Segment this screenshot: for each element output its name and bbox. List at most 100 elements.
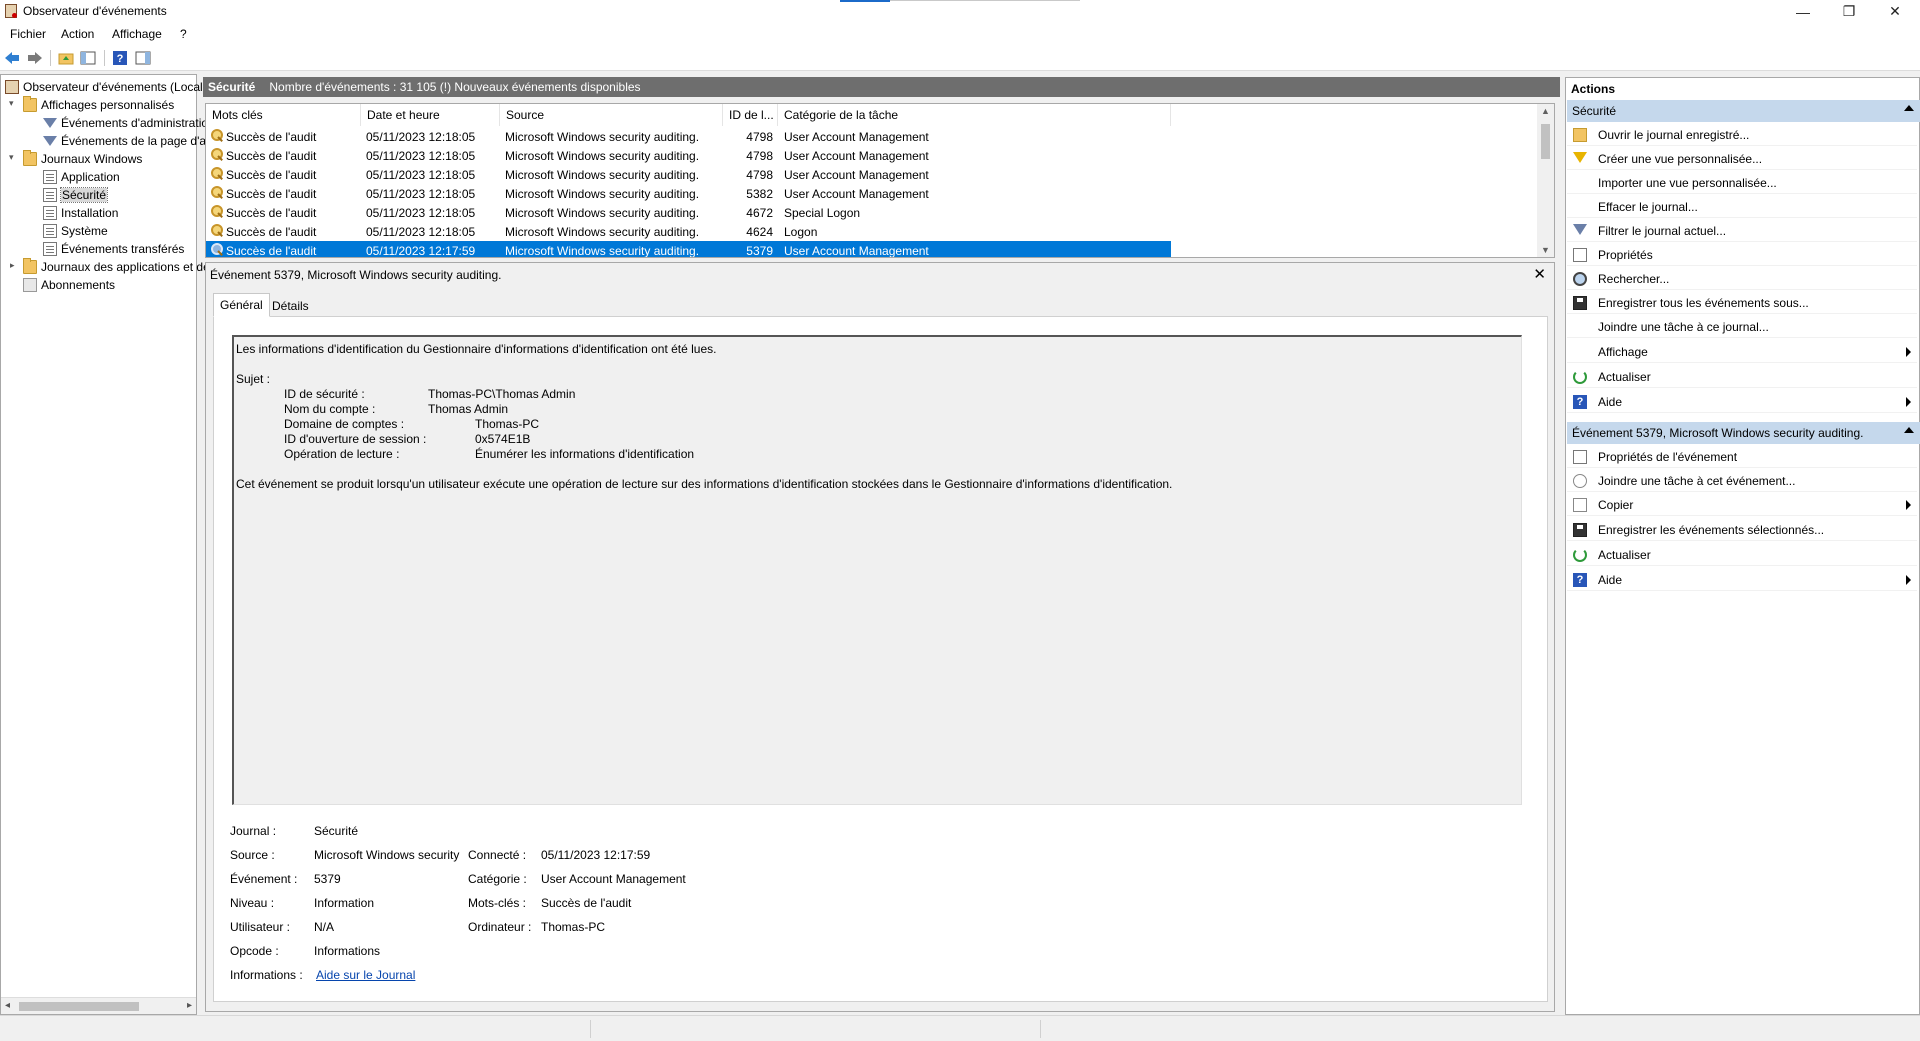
help-icon[interactable]: ? bbox=[112, 50, 128, 66]
action-copy[interactable]: Copier bbox=[1567, 494, 1917, 516]
source-value: Microsoft Windows security bbox=[314, 848, 460, 862]
event-row[interactable]: Succès de l'audit 05/11/2023 12:18:05 Micr… bbox=[206, 203, 1171, 222]
back-arrow-icon[interactable] bbox=[4, 50, 20, 66]
audit-success-key-icon bbox=[211, 243, 224, 256]
tree-node-windows-logs[interactable]: Journaux Windows bbox=[23, 149, 142, 167]
tree-node-system[interactable]: Système bbox=[43, 222, 108, 239]
field-value: Thomas-PC\Thomas Admin bbox=[428, 387, 576, 401]
expand-chevron-icon[interactable]: ▸ bbox=[10, 260, 15, 271]
field-value: 0x574E1B bbox=[475, 432, 531, 446]
opcode-value: Informations bbox=[314, 944, 381, 958]
column-header-event-id[interactable]: ID de l... bbox=[723, 104, 778, 126]
tree-node-custom-views[interactable]: Affichages personnalisés bbox=[23, 95, 174, 113]
keywords-cell: Succès de l'audit bbox=[226, 149, 317, 163]
actions-section-event[interactable]: Événement 5379, Microsoft Windows securi… bbox=[1567, 422, 1920, 444]
menu-action[interactable]: Action bbox=[61, 27, 94, 41]
action-find[interactable]: Rechercher... bbox=[1567, 268, 1917, 290]
scroll-left-arrow-icon[interactable]: ◂ bbox=[5, 1000, 10, 1011]
save-icon bbox=[1573, 296, 1587, 310]
tree-horizontal-scrollbar[interactable]: ◂ ▸ bbox=[1, 997, 196, 1014]
action-clear-log[interactable]: Effacer le journal... bbox=[1567, 196, 1917, 218]
action-help[interactable]: ? Aide bbox=[1567, 391, 1917, 413]
source-cell: Microsoft Windows security auditing. bbox=[505, 187, 700, 201]
collapse-chevron-icon[interactable]: ▾ bbox=[9, 152, 14, 163]
event-row[interactable]: Succès de l'audit 05/11/2023 12:18:05 Micr… bbox=[206, 146, 1171, 165]
task-category-cell: User Account Management bbox=[784, 168, 929, 182]
tree-node-installation[interactable]: Installation bbox=[43, 204, 118, 221]
action-save-all-events[interactable]: Enregistrer tous les événements sous... bbox=[1567, 292, 1917, 314]
event-log-help-link[interactable]: Aide sur le Journal bbox=[316, 968, 415, 982]
action-properties[interactable]: Propriétés bbox=[1567, 244, 1917, 266]
action-filter-current-log[interactable]: Filtrer le journal actuel... bbox=[1567, 220, 1917, 242]
action-attach-task-to-event[interactable]: Joindre une tâche à cet événement... bbox=[1567, 470, 1917, 492]
event-viewer-app-icon bbox=[5, 4, 17, 18]
column-header-keywords[interactable]: Mots clés bbox=[206, 104, 361, 126]
scroll-down-arrow-icon[interactable]: ▼ bbox=[1541, 245, 1550, 255]
column-header-task-category[interactable]: Catégorie de la tâche bbox=[778, 104, 1171, 126]
tab-general[interactable]: Général bbox=[213, 293, 270, 317]
restore-button[interactable]: ❐ bbox=[1826, 0, 1872, 23]
action-view-menu[interactable]: Affichage bbox=[1567, 341, 1917, 363]
scroll-right-arrow-icon[interactable]: ▸ bbox=[187, 1000, 192, 1011]
action-label: Affichage bbox=[1598, 345, 1648, 359]
filter-view-icon bbox=[43, 117, 57, 128]
tree-node-security[interactable]: Sécurité bbox=[43, 186, 109, 203]
action-label: Actualiser bbox=[1598, 548, 1651, 562]
action-label: Aide bbox=[1598, 573, 1623, 587]
event-row[interactable]: Succès de l'audit 05/11/2023 12:18:05 Micr… bbox=[206, 222, 1171, 241]
event-row[interactable]: Succès de l'audit 05/11/2023 12:17:59 Micr… bbox=[206, 241, 1171, 257]
scrollbar-thumb[interactable] bbox=[19, 1002, 139, 1011]
menu-affichage[interactable]: Affichage bbox=[112, 27, 162, 41]
event-row[interactable]: Succès de l'audit 05/11/2023 12:18:05 Micr… bbox=[206, 184, 1171, 203]
folder-up-icon[interactable] bbox=[58, 50, 74, 66]
tab-details[interactable]: Détails bbox=[266, 295, 315, 317]
column-header-datetime[interactable]: Date et heure bbox=[361, 104, 500, 126]
status-separator bbox=[1040, 1020, 1041, 1038]
show-hide-tree-icon[interactable] bbox=[80, 50, 96, 66]
event-id-cell: 4624 bbox=[746, 225, 773, 239]
log-header-info: Nombre d'événements : 31 105 (!) Nouveau… bbox=[269, 80, 641, 94]
collapse-chevron-icon[interactable]: ▾ bbox=[9, 98, 14, 109]
tree-node-admin-events[interactable]: Événements d'administration bbox=[43, 114, 215, 131]
close-detail-icon[interactable]: ✕ bbox=[1533, 265, 1546, 283]
actions-section-security[interactable]: Sécurité bbox=[1567, 100, 1920, 122]
collapse-section-icon[interactable] bbox=[1904, 427, 1914, 433]
action-create-custom-view[interactable]: Créer une vue personnalisée... bbox=[1567, 148, 1917, 170]
tree-node-root[interactable]: Observateur d'événements (Local) bbox=[5, 78, 207, 95]
minimize-button[interactable]: — bbox=[1780, 0, 1826, 23]
close-window-button[interactable]: ✕ bbox=[1872, 0, 1918, 23]
event-row[interactable]: Succès de l'audit 05/11/2023 12:18:05 Micr… bbox=[206, 127, 1171, 146]
subject-label: Sujet : bbox=[236, 372, 271, 386]
field-value: Thomas-PC bbox=[475, 417, 540, 431]
menu-help[interactable]: ? bbox=[180, 27, 187, 41]
event-id-cell: 4798 bbox=[746, 168, 773, 182]
event-row[interactable]: Succès de l'audit 05/11/2023 12:18:05 Micr… bbox=[206, 165, 1171, 184]
tree-node-label: Événements transférés bbox=[61, 241, 185, 256]
window-title: Observateur d'événements bbox=[23, 4, 167, 18]
scrollbar-thumb[interactable] bbox=[1541, 124, 1550, 159]
action-save-selected-events[interactable]: Enregistrer les événements sélectionnés.… bbox=[1567, 519, 1917, 541]
show-actions-pane-icon[interactable] bbox=[135, 50, 151, 66]
keywords-cell: Succès de l'audit bbox=[226, 225, 317, 239]
tree-node-forwarded-events[interactable]: Événements transférés bbox=[43, 240, 184, 257]
tree-node-subscriptions[interactable]: Abonnements bbox=[23, 276, 115, 293]
forward-arrow-icon[interactable] bbox=[27, 50, 43, 66]
status-separator bbox=[590, 1020, 591, 1038]
status-bar bbox=[0, 1015, 1920, 1041]
event-id-label: Événement : bbox=[230, 872, 298, 886]
column-header-source[interactable]: Source bbox=[500, 104, 723, 126]
submenu-arrow-icon bbox=[1906, 575, 1911, 585]
action-open-saved-log[interactable]: Ouvrir le journal enregistré... bbox=[1567, 124, 1917, 146]
action-help-event[interactable]: ? Aide bbox=[1567, 569, 1917, 591]
action-refresh-event[interactable]: Actualiser bbox=[1567, 544, 1917, 566]
menu-fichier[interactable]: Fichier bbox=[10, 27, 46, 41]
event-list-vertical-scrollbar[interactable]: ▲ ▼ bbox=[1537, 104, 1554, 257]
action-attach-task-to-log[interactable]: Joindre une tâche à ce journal... bbox=[1567, 316, 1917, 338]
action-refresh[interactable]: Actualiser bbox=[1567, 366, 1917, 388]
action-event-properties[interactable]: Propriétés de l'événement bbox=[1567, 446, 1917, 468]
tree-node-application[interactable]: Application bbox=[43, 168, 120, 185]
audit-success-key-icon bbox=[211, 167, 224, 180]
collapse-section-icon[interactable] bbox=[1904, 105, 1914, 111]
action-import-custom-view[interactable]: Importer une vue personnalisée... bbox=[1567, 172, 1917, 194]
scroll-up-arrow-icon[interactable]: ▲ bbox=[1541, 106, 1550, 116]
